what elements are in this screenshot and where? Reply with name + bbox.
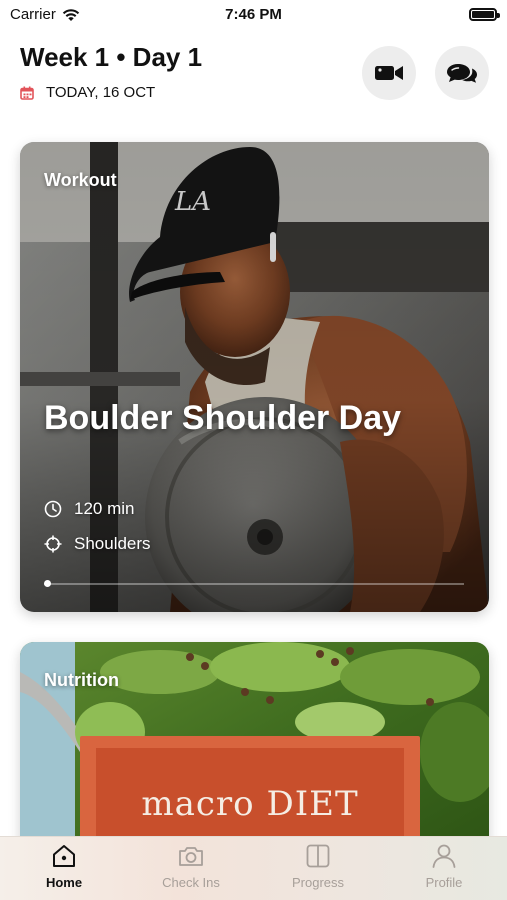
- carousel-indicator: [44, 580, 51, 587]
- target-icon: [44, 535, 62, 553]
- chat-bubbles-icon: [447, 64, 477, 83]
- status-bar: Carrier 7:46 PM: [0, 0, 507, 28]
- clock-icon: [44, 500, 62, 518]
- chat-button[interactable]: [435, 46, 489, 100]
- tab-profile[interactable]: Profile: [394, 843, 494, 899]
- status-time: 7:46 PM: [225, 6, 282, 23]
- page-title: Week 1 • Day 1: [20, 42, 203, 72]
- tab-progress-label: Progress: [291, 875, 345, 890]
- tab-check-ins[interactable]: Check Ins: [141, 843, 241, 899]
- tab-home[interactable]: Home: [14, 843, 114, 899]
- nutrition-tag: Nutrition: [44, 670, 119, 690]
- tab-profile-label: Profile: [425, 875, 463, 890]
- date-row: TODAY, 16 OCT: [20, 84, 155, 101]
- tab-progress[interactable]: Progress: [268, 843, 368, 899]
- duration-row: 120 min: [44, 499, 134, 519]
- workout-tag: Workout: [44, 170, 117, 190]
- workout-title: Boulder Shoulder Day: [44, 399, 402, 437]
- progress-book-icon: [306, 844, 330, 868]
- workout-card[interactable]: LA Workout Boulder Shoulder Day 120 min: [20, 142, 489, 612]
- focus-row: Shoulders: [44, 534, 151, 554]
- duration-label: 120 min: [74, 499, 135, 518]
- tab-home-label: Home: [45, 875, 83, 890]
- battery-icon: [469, 8, 500, 21]
- user-icon: [432, 844, 456, 868]
- focus-label: Shoulders: [74, 534, 151, 553]
- home-screen: Carrier 7:46 PM Week 1 • Day 1 TODAY, 16…: [0, 0, 507, 900]
- tab-check-ins-label: Check Ins: [162, 875, 220, 890]
- tab-bar: Home Check Ins Progress Profile: [0, 836, 507, 900]
- video-call-button[interactable]: [362, 46, 416, 100]
- date-label: TODAY, 16 OCT: [46, 84, 156, 101]
- camera-icon: [179, 847, 203, 866]
- home-icon: [53, 845, 75, 867]
- carousel-track: [44, 583, 464, 585]
- video-camera-icon: [375, 66, 403, 80]
- calendar-icon: [20, 86, 34, 100]
- diet-cover-title: macro DIET: [141, 784, 359, 824]
